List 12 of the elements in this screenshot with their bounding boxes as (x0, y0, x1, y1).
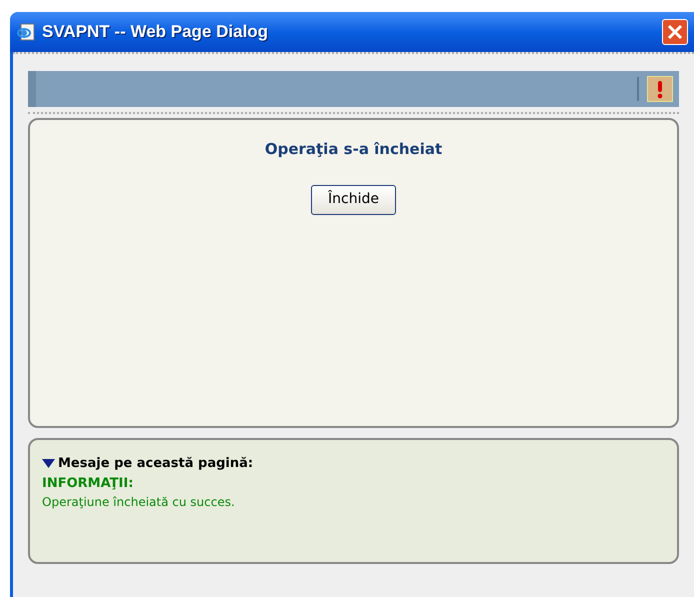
triangle-icon (42, 459, 55, 468)
collapse-toggle[interactable] (42, 458, 56, 469)
result-heading: Operaţia s-a încheiat (264, 139, 442, 160)
close-icon (667, 24, 683, 40)
warning-icon[interactable] (647, 76, 673, 102)
close-dialog-button[interactable]: Închide (311, 184, 396, 214)
close-button[interactable] (662, 19, 688, 45)
info-category: INFORMAŢII: (42, 474, 134, 492)
messages-title: Mesaje pe această pagină: (58, 455, 254, 473)
info-message: Operaţiune încheiată cu succes. (42, 494, 236, 511)
page-icon (16, 22, 36, 42)
window-title: SVAPNT -- Web Page Dialog (42, 21, 268, 44)
